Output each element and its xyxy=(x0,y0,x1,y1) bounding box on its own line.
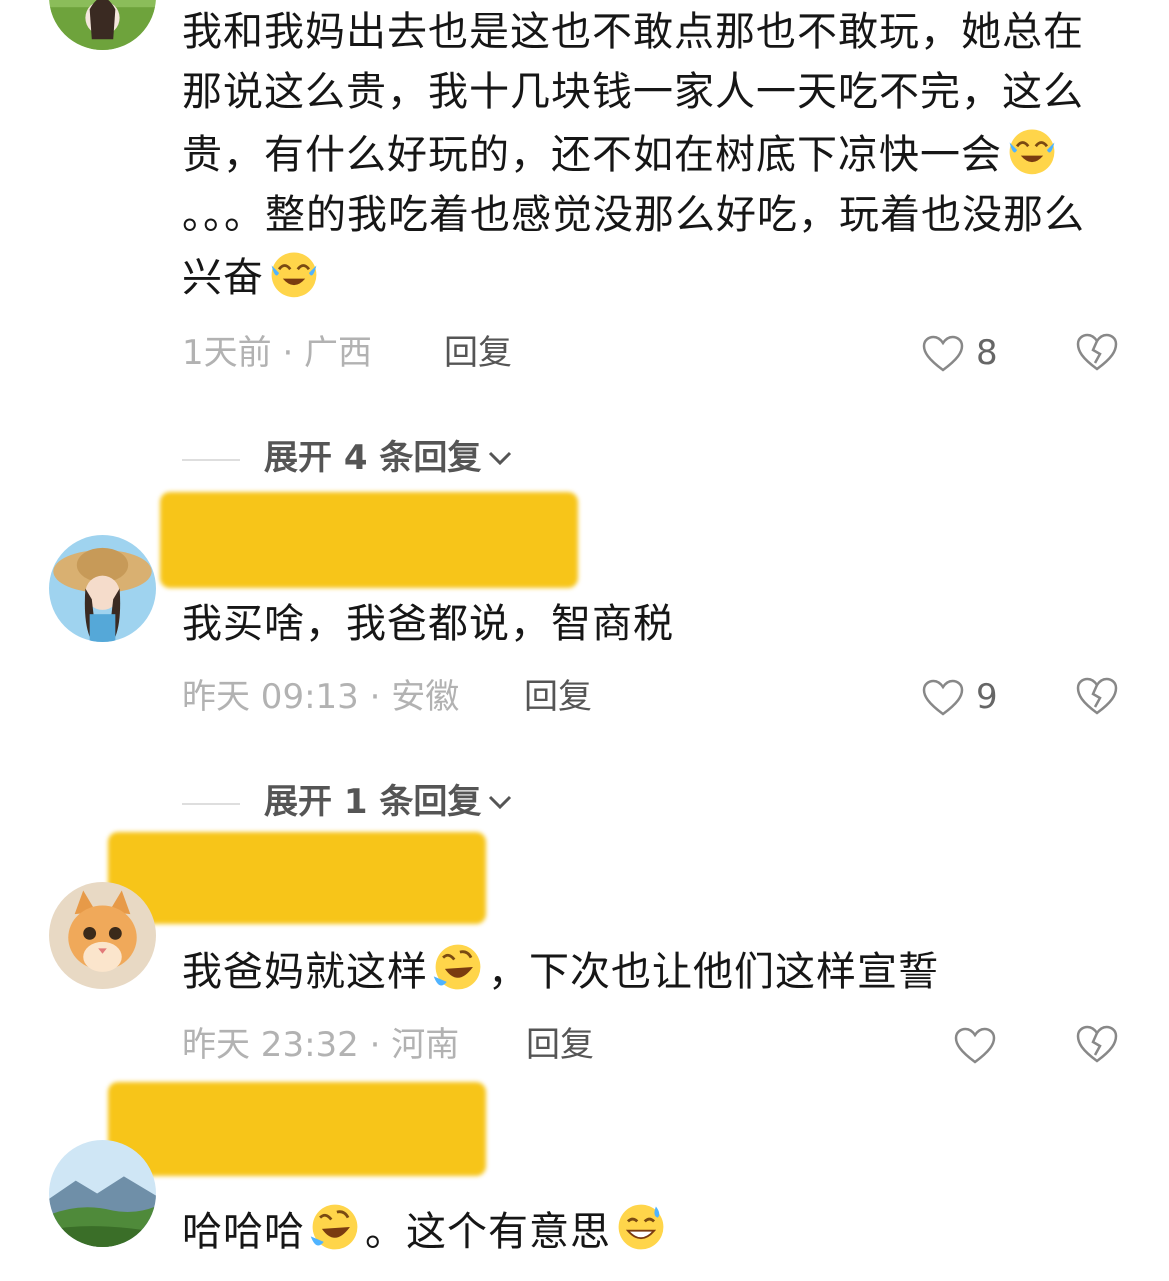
chevron-down-icon xyxy=(489,451,512,466)
comment-text-3: 我爸妈就这样 ，下次也让他们这样宣誓 xyxy=(182,939,1122,1002)
comment-time-location: 昨天 09:13 · 安徽 xyxy=(182,677,460,717)
tears-of-joy-emoji-icon xyxy=(271,252,317,298)
heart-icon xyxy=(922,679,964,716)
commenter-avatar-3[interactable] xyxy=(49,882,156,989)
divider-line xyxy=(182,458,240,461)
comment-meta-2: 昨天 09:13 · 安徽 回复 9 xyxy=(182,672,1132,722)
avatar-girl-field-icon xyxy=(49,0,156,50)
redacted-username xyxy=(160,492,578,588)
like-count: 8 xyxy=(976,333,998,373)
commenter-avatar-1[interactable] xyxy=(49,0,156,50)
dislike-button[interactable] xyxy=(1076,676,1118,718)
broken-heart-icon xyxy=(1076,677,1118,715)
commenter-avatar-4[interactable] xyxy=(49,1140,156,1247)
chevron-down-icon xyxy=(489,795,512,810)
tears-of-joy-emoji-icon xyxy=(1009,129,1055,175)
comment-meta-1: 1天前 · 广西 回复 8 xyxy=(182,328,1132,378)
comment-time-location: 昨天 23:32 · 河南 xyxy=(182,1025,460,1065)
like-button[interactable] xyxy=(954,1020,1044,1070)
rolling-laughing-emoji-icon xyxy=(310,1204,358,1250)
avatar-mountain-landscape-icon xyxy=(49,1140,156,1247)
comment-text-4: 哈哈哈 。这个有意思 xyxy=(182,1199,1122,1262)
broken-heart-icon xyxy=(1076,333,1118,371)
like-count: 9 xyxy=(976,677,998,717)
heart-icon xyxy=(922,335,964,372)
avatar-girl-straw-hat-icon xyxy=(49,535,156,642)
reply-button[interactable]: 回复 xyxy=(526,1020,594,1070)
like-button[interactable]: 8 xyxy=(922,328,1012,378)
rolling-laughing-emoji-icon xyxy=(433,944,481,990)
expand-replies-button[interactable]: 展开 1 条回复 xyxy=(182,777,515,827)
redacted-username xyxy=(108,1082,486,1176)
comment-time-location: 1天前 · 广西 xyxy=(182,333,373,373)
comment-meta-3: 昨天 23:32 · 河南 回复 xyxy=(182,1020,1132,1070)
like-button[interactable]: 9 xyxy=(922,672,1012,722)
broken-heart-icon xyxy=(1076,1025,1118,1063)
dislike-button[interactable] xyxy=(1076,1024,1118,1066)
comment-text-2: 我买啥，我爸都说，智商税 xyxy=(182,601,674,647)
commenter-avatar-2[interactable] xyxy=(49,535,156,642)
dislike-button[interactable] xyxy=(1076,332,1118,374)
reply-button[interactable]: 回复 xyxy=(524,672,592,722)
redacted-username xyxy=(108,832,486,924)
comment-text-1: 我和我妈出去也是这也不敢点那也不敢玩，她总在那说这么贵，我十几块钱一家人一天吃不… xyxy=(182,9,1085,301)
expand-replies-button[interactable]: 展开 4 条回复 xyxy=(182,433,515,483)
reply-button[interactable]: 回复 xyxy=(444,328,512,378)
heart-icon xyxy=(954,1027,996,1064)
divider-line xyxy=(182,802,240,805)
grinning-sweat-emoji-icon xyxy=(618,1204,664,1250)
avatar-orange-kitten-icon xyxy=(49,882,156,989)
